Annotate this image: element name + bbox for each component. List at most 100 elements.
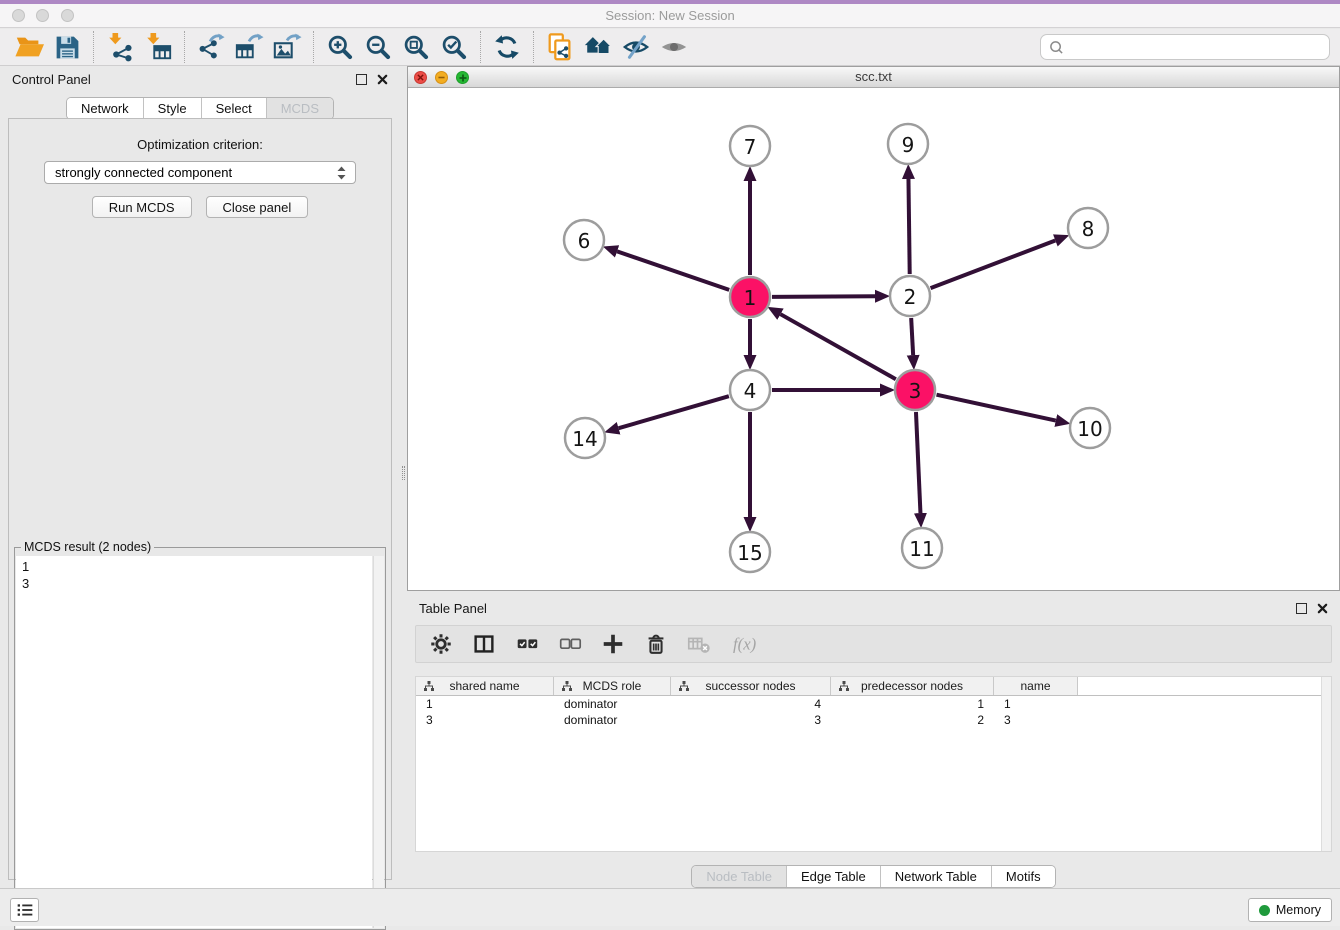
minimize-window-button[interactable] <box>36 9 49 22</box>
table-cell[interactable]: dominator <box>554 712 671 728</box>
graph-edge-3-10[interactable] <box>936 395 1055 421</box>
delete-column-button[interactable] <box>643 631 669 657</box>
close-x-icon <box>1317 603 1328 614</box>
table-cell[interactable]: 4 <box>671 696 831 712</box>
control-panel: Control Panel Network Style Select MCDS … <box>0 66 400 888</box>
open-session-button[interactable] <box>10 31 48 63</box>
table-cell[interactable]: 3 <box>671 712 831 728</box>
network-minimize-button[interactable] <box>435 71 448 84</box>
function-builder-button[interactable]: f(x) <box>729 631 763 657</box>
graph-edge-3-11[interactable] <box>916 412 920 513</box>
tab-mcds[interactable]: MCDS <box>267 98 333 119</box>
table-panel: Table Panel <box>407 595 1340 888</box>
run-mcds-button[interactable]: Run MCDS <box>92 196 192 218</box>
close-panel-button[interactable]: Close panel <box>206 196 309 218</box>
column-header-shared-name[interactable]: shared name <box>416 677 554 695</box>
select-all-button[interactable] <box>514 631 540 657</box>
table-cell[interactable]: dominator <box>554 696 671 712</box>
tab-select[interactable]: Select <box>202 98 267 119</box>
network-window-titlebar[interactable]: scc.txt <box>408 67 1339 88</box>
table-cell[interactable]: 1 <box>994 696 1078 712</box>
add-column-button[interactable] <box>600 631 626 657</box>
tab-network-table[interactable]: Network Table <box>881 866 992 887</box>
toolbar-separator <box>93 31 94 63</box>
column-header-name[interactable]: name <box>994 677 1078 695</box>
search-box[interactable] <box>1040 34 1330 60</box>
zoom-glyph-icon <box>459 74 467 82</box>
criterion-select[interactable]: strongly connected component <box>44 161 356 184</box>
zoom-window-button[interactable] <box>61 9 74 22</box>
vertical-splitter[interactable] <box>400 66 407 888</box>
export-table-button[interactable] <box>230 31 268 63</box>
graph-edge-1-6[interactable] <box>617 251 729 289</box>
destroy-table-button[interactable] <box>686 631 712 657</box>
float-table-panel-icon[interactable] <box>1296 603 1307 614</box>
tab-node-table[interactable]: Node Table <box>692 866 787 887</box>
close-panel-icon[interactable] <box>377 74 388 85</box>
deselect-all-button[interactable] <box>557 631 583 657</box>
graph-edge-4-14[interactable] <box>619 396 729 428</box>
eye-icon <box>659 32 689 62</box>
graph-node-label: 4 <box>744 379 757 403</box>
control-panel-tabs: Network Style Select MCDS <box>0 97 400 120</box>
toggle-graphics-details-button[interactable] <box>617 31 655 63</box>
table-cell[interactable]: 3 <box>994 712 1078 728</box>
toolbar-separator <box>184 31 185 63</box>
column-header-successor-nodes[interactable]: successor nodes <box>671 677 831 695</box>
zoom-out-button[interactable] <box>359 31 397 63</box>
import-table-button[interactable] <box>139 31 177 63</box>
close-window-button[interactable] <box>12 9 25 22</box>
table-options-button[interactable] <box>428 631 454 657</box>
graph-edge-2-9[interactable] <box>908 179 909 274</box>
table-cell[interactable]: 3 <box>416 712 554 728</box>
column-header-MCDS-role[interactable]: MCDS role <box>554 677 671 695</box>
table-row[interactable]: 1dominator411 <box>416 696 1331 712</box>
save-session-button[interactable] <box>48 31 86 63</box>
zoom-fit-button[interactable] <box>397 31 435 63</box>
delete-table-icon <box>686 631 712 657</box>
graph-node-label: 7 <box>744 135 757 159</box>
export-image-icon <box>272 32 302 62</box>
save-floppy-icon <box>53 33 82 62</box>
graph-edge-3-1[interactable] <box>780 314 895 379</box>
graph-edge-1-2[interactable] <box>772 296 875 297</box>
tab-style[interactable]: Style <box>144 98 202 119</box>
graph-edge-2-3[interactable] <box>911 318 913 355</box>
graph-node-label: 9 <box>902 133 915 157</box>
mcds-result-list[interactable]: 1 3 <box>16 556 372 928</box>
toolbar-separator <box>480 31 481 63</box>
memory-label: Memory <box>1276 903 1321 917</box>
float-panel-icon[interactable] <box>356 74 367 85</box>
refresh-layout-button[interactable] <box>488 31 526 63</box>
tab-motifs[interactable]: Motifs <box>992 866 1055 887</box>
zoom-in-button[interactable] <box>321 31 359 63</box>
tab-edge-table[interactable]: Edge Table <box>787 866 881 887</box>
export-network-button[interactable] <box>192 31 230 63</box>
memory-button[interactable]: Memory <box>1248 898 1332 922</box>
network-overview-button[interactable] <box>579 31 617 63</box>
table-cell[interactable]: 1 <box>831 696 994 712</box>
table-cell[interactable]: 1 <box>416 696 554 712</box>
close-table-panel-icon[interactable] <box>1317 603 1328 614</box>
duplicate-network-button[interactable] <box>541 31 579 63</box>
presentation-eye-button[interactable] <box>655 31 693 63</box>
table-cell[interactable]: 2 <box>831 712 994 728</box>
zoom-selected-button[interactable] <box>435 31 473 63</box>
graph-edge-2-8[interactable] <box>931 240 1056 288</box>
import-network-button[interactable] <box>101 31 139 63</box>
export-image-button[interactable] <box>268 31 306 63</box>
show-columns-button[interactable] <box>471 631 497 657</box>
log-console-button[interactable] <box>10 898 39 922</box>
table-scrollbar[interactable] <box>1321 677 1331 851</box>
result-scrollbar[interactable] <box>373 556 384 928</box>
network-graph[interactable]: 1234678910111415 <box>408 88 1339 589</box>
network-zoom-button[interactable] <box>456 71 469 84</box>
column-header-predecessor-nodes[interactable]: predecessor nodes <box>831 677 994 695</box>
table-row[interactable]: 3dominator323 <box>416 712 1331 728</box>
import-table-icon <box>143 32 173 62</box>
tab-network[interactable]: Network <box>67 98 144 119</box>
network-close-button[interactable] <box>414 71 427 84</box>
network-canvas[interactable]: 1234678910111415 <box>408 88 1339 589</box>
search-input[interactable] <box>1069 40 1321 55</box>
graph-node-label: 6 <box>578 229 591 253</box>
